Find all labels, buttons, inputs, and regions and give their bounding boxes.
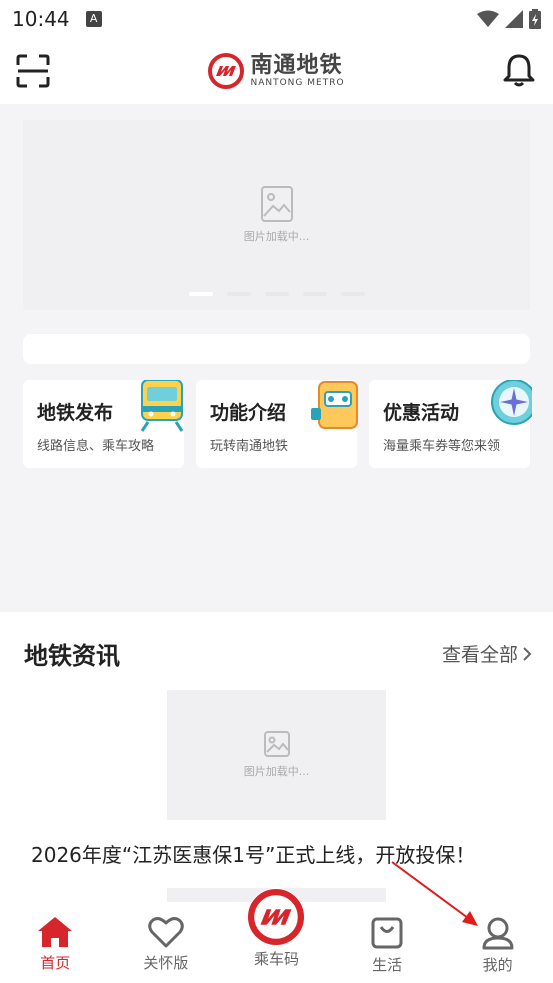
news-item-title[interactable]: 2026年度“江苏医惠保1号”正式上线，开放投保！: [31, 839, 475, 868]
card-promotions[interactable]: 优惠活动 海量乘车券等您来领: [369, 380, 532, 468]
metro-logo-icon: [208, 53, 245, 89]
image-placeholder-icon: [263, 731, 290, 757]
card-subtitle: 线路信息、乘车攻略: [37, 439, 155, 454]
card-subtitle: 玩转南通地铁: [210, 439, 289, 454]
tab-mine[interactable]: 我的: [442, 902, 553, 983]
home-icon: [38, 917, 73, 947]
carousel-indicators: [23, 292, 530, 296]
tab-life-label: 生活: [372, 956, 403, 974]
status-time: 10:44: [12, 7, 70, 31]
metro-logo-icon: [248, 889, 305, 945]
news-section: 地铁资讯 查看全部 图片加载中... 2026年度“江苏医惠保1号”正式上线，开…: [0, 612, 553, 918]
notification-icon: A: [85, 11, 102, 27]
image-placeholder-icon: [260, 186, 293, 222]
view-all-label: 查看全部: [441, 644, 518, 666]
compass-icon: [491, 380, 532, 425]
tab-ride-code-label: 乘车码: [253, 950, 299, 968]
carousel-dot: [226, 292, 251, 296]
banner-carousel[interactable]: 图片加载中...: [23, 120, 530, 310]
notification-button[interactable]: [501, 52, 537, 92]
tab-mine-label: 我的: [482, 956, 513, 974]
tab-home-label: 首页: [40, 954, 71, 972]
scan-icon: [16, 54, 50, 88]
carousel-dot: [302, 292, 327, 296]
status-bar: 10:44 A: [0, 0, 553, 38]
carousel-dot: [340, 292, 365, 296]
view-all-link[interactable]: 查看全部: [442, 640, 532, 667]
app-logo: 南通地铁 NANTONG METRO: [208, 53, 344, 89]
logo-subtitle: NANTONG METRO: [250, 77, 345, 88]
signal-icon: [505, 10, 523, 28]
tab-care-version[interactable]: 关怀版: [111, 902, 222, 983]
shopping-bag-icon: [371, 917, 403, 949]
toolbox-icon: [311, 381, 358, 429]
tab-care-label: 关怀版: [143, 954, 189, 972]
carousel-dot: [188, 292, 213, 296]
user-icon: [482, 917, 514, 950]
card-feature-intro[interactable]: 功能介绍 玩转南通地铁: [196, 380, 358, 468]
chevron-right-icon: [523, 646, 532, 661]
train-icon: [140, 380, 184, 432]
wifi-icon: [477, 10, 499, 27]
card-metro-release[interactable]: 地铁发布 线路信息、乘车攻略: [23, 380, 184, 468]
banner-loading-text: 图片加载中...: [243, 230, 310, 243]
tab-life[interactable]: 生活: [332, 902, 443, 983]
news-loading-text: 图片加载中...: [243, 765, 310, 778]
tab-ride-code[interactable]: 乘车码: [221, 888, 332, 983]
news-section-title: 地铁资讯: [24, 642, 120, 670]
battery-icon: [529, 9, 541, 29]
app-header: 南通地铁 NANTONG METRO: [0, 38, 553, 104]
logo-title: 南通地铁: [250, 52, 343, 78]
bottom-tab-bar: 首页 关怀版 乘车码 生活 我的: [0, 888, 553, 983]
scan-button[interactable]: [16, 54, 50, 92]
feature-cards: 地铁发布 线路信息、乘车攻略 功能介绍 玩转南通地铁 优惠活动 海量乘车券等您来…: [23, 380, 553, 468]
news-thumbnail[interactable]: 图片加载中...: [167, 690, 386, 820]
card-subtitle: 海量乘车券等您来领: [383, 439, 501, 454]
tab-home[interactable]: 首页: [0, 902, 111, 983]
bell-icon: [503, 54, 535, 87]
news-header: 地铁资讯 查看全部: [24, 636, 532, 671]
notice-bar[interactable]: [23, 334, 530, 364]
status-icons: [477, 9, 541, 29]
carousel-dot: [264, 292, 289, 296]
ride-code-button[interactable]: [247, 888, 306, 946]
heart-icon: [148, 917, 184, 948]
